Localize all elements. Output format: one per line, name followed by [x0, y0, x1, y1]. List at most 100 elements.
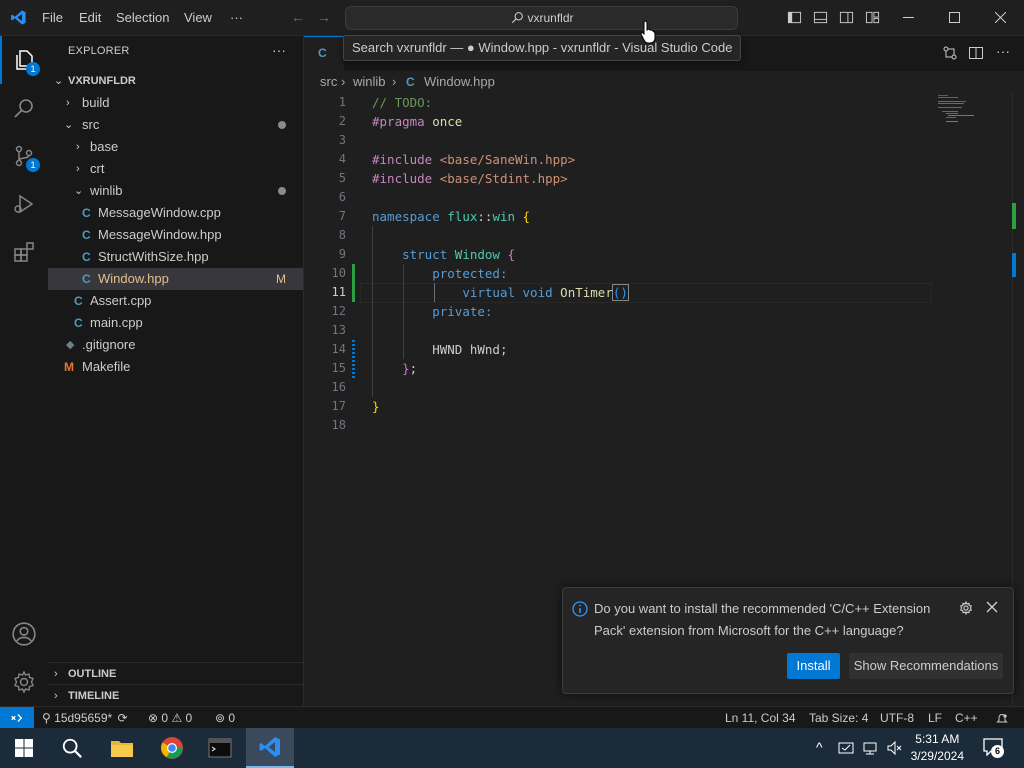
split-editor-icon[interactable]: [968, 45, 984, 64]
customize-layout-icon[interactable]: [865, 10, 880, 28]
encoding[interactable]: UTF-8: [880, 707, 914, 729]
search-view-icon[interactable]: [0, 84, 48, 132]
tray-app-icon[interactable]: [838, 740, 854, 759]
forward-arrow-icon[interactable]: →: [317, 9, 331, 25]
branch-status[interactable]: ⚲ 15d95659* ⟳: [42, 707, 128, 729]
makefile-icon: M: [64, 360, 74, 374]
added-lines-marker[interactable]: [352, 264, 355, 302]
cpp-file-icon: C: [82, 228, 91, 242]
notification-settings-gear-icon[interactable]: [959, 600, 973, 618]
tree-file-messagewindow-hpp[interactable]: C MessageWindow.hpp: [48, 224, 303, 246]
show-recommendations-button[interactable]: Show Recommendations: [849, 653, 1003, 679]
tree-item-label: MessageWindow.hpp: [98, 227, 222, 242]
cpp-file-icon: C: [82, 250, 91, 264]
toggle-primary-sidebar-icon[interactable]: [787, 10, 802, 28]
explorer-icon[interactable]: 1: [0, 36, 48, 84]
menu-edit[interactable]: Edit: [79, 0, 101, 35]
extensions-icon[interactable]: [0, 228, 48, 276]
tree-item-label: crt: [90, 161, 105, 176]
volume-muted-icon[interactable]: [886, 740, 902, 759]
taskbar-search-icon[interactable]: [48, 728, 96, 768]
maximize-button[interactable]: [931, 0, 977, 35]
tree-file-main-cpp[interactable]: C main.cpp: [48, 312, 303, 334]
manage-gear-icon[interactable]: [0, 658, 48, 706]
line-number: 17: [331, 399, 346, 413]
network-icon[interactable]: [862, 740, 878, 759]
tab-size[interactable]: Tab Size: 4: [809, 707, 868, 729]
paren: (): [611, 284, 629, 301]
menu-more[interactable]: ···: [230, 0, 243, 35]
line-number: 13: [331, 323, 346, 337]
breadcrumb-file[interactable]: Window.hpp: [424, 71, 495, 93]
accounts-icon[interactable]: [0, 610, 48, 658]
menu-selection[interactable]: Selection: [116, 0, 169, 35]
variable-name: hWnd;: [469, 342, 508, 357]
explorer-badge: 1: [26, 62, 40, 76]
tree-file-gitignore[interactable]: ◆ .gitignore: [48, 334, 303, 356]
tree-item-label: Makefile: [82, 359, 131, 374]
run-debug-icon[interactable]: [0, 180, 48, 228]
menu-view[interactable]: View: [184, 0, 212, 35]
editor-more-icon[interactable]: ···: [996, 43, 1010, 59]
code-line-17: }: [372, 397, 380, 416]
tree-item-label: .gitignore: [82, 337, 136, 352]
modified-lines-marker[interactable]: [352, 340, 355, 378]
tree-file-assert-cpp[interactable]: C Assert.cpp: [48, 290, 303, 312]
clock[interactable]: 5:31 AM 3/29/2024: [911, 731, 964, 765]
vscode-taskbar-icon[interactable]: [246, 728, 294, 768]
modified-dot: [278, 187, 286, 195]
code-line-7: namespace flux::win {: [372, 207, 530, 226]
breadcrumb-src[interactable]: src: [320, 71, 337, 93]
back-arrow-icon[interactable]: ←: [291, 9, 305, 25]
vscode-logo-icon[interactable]: [10, 9, 27, 29]
open-changes-icon[interactable]: [942, 45, 958, 64]
tree-folder-base[interactable]: › base: [48, 136, 303, 158]
tree-file-structwithsize-hpp[interactable]: C StructWithSize.hpp: [48, 246, 303, 268]
remote-indicator[interactable]: [0, 707, 34, 729]
tree-folder-winlib[interactable]: ⌄ winlib: [48, 180, 303, 202]
toggle-panel-icon[interactable]: [813, 10, 828, 28]
timeline-section[interactable]: › TIMELINE: [48, 685, 303, 707]
tree-folder-src[interactable]: ⌄ src: [48, 114, 303, 136]
notification-close-icon[interactable]: [986, 601, 998, 616]
tray-chevron-up-icon[interactable]: ^: [816, 739, 823, 755]
keyword: namespace: [372, 209, 440, 224]
line-number: 5: [338, 171, 346, 185]
menu-file[interactable]: File: [42, 0, 63, 35]
minimize-button[interactable]: [885, 0, 931, 35]
git-branch-icon: ⚲: [42, 711, 51, 725]
breadcrumb-winlib[interactable]: winlib: [353, 71, 386, 93]
language-mode[interactable]: C++: [955, 707, 978, 729]
cursor-position[interactable]: Ln 11, Col 34: [725, 707, 796, 729]
timeline-label: TIMELINE: [68, 690, 120, 702]
explorer-title: EXPLORER: [68, 45, 130, 57]
minimap[interactable]: [934, 93, 1009, 133]
outline-section[interactable]: › OUTLINE: [48, 663, 303, 685]
file-explorer-icon[interactable]: [98, 728, 146, 768]
tree-file-makefile[interactable]: M Makefile: [48, 356, 303, 378]
sync-icon: ⟳: [117, 711, 128, 725]
terminal-icon[interactable]: [196, 728, 244, 768]
problems-status[interactable]: ⊗ 0 ⚠ 0: [148, 707, 192, 729]
explorer-more-icon[interactable]: ···: [272, 42, 286, 58]
tree-file-messagewindow-cpp[interactable]: C MessageWindow.cpp: [48, 202, 303, 224]
semicolon: ;: [409, 361, 418, 376]
tree-folder-build[interactable]: › build: [48, 92, 303, 114]
command-center-search[interactable]: vxrunfldr: [345, 6, 738, 30]
tree-item-label: Window.hpp: [98, 271, 169, 286]
install-button[interactable]: Install: [787, 653, 840, 679]
notifications-bell-icon[interactable]: [996, 707, 1008, 729]
tree-folder-crt[interactable]: › crt: [48, 158, 303, 180]
action-center-icon[interactable]: 6: [983, 738, 1004, 759]
source-control-icon[interactable]: 1: [0, 132, 48, 180]
workspace-root[interactable]: ⌄ VXRUNFLDR: [48, 70, 303, 92]
tab-window-hpp[interactable]: C: [304, 36, 344, 72]
end-of-line[interactable]: LF: [928, 707, 942, 729]
line-number: 15: [331, 361, 346, 375]
chrome-icon[interactable]: [148, 728, 196, 768]
close-button[interactable]: [977, 0, 1023, 35]
tree-file-window-hpp[interactable]: C Window.hpp M: [48, 268, 303, 290]
toggle-secondary-sidebar-icon[interactable]: [839, 10, 854, 28]
windows-start-icon[interactable]: [0, 728, 48, 768]
ports-status[interactable]: ⊚ 0: [215, 707, 235, 729]
